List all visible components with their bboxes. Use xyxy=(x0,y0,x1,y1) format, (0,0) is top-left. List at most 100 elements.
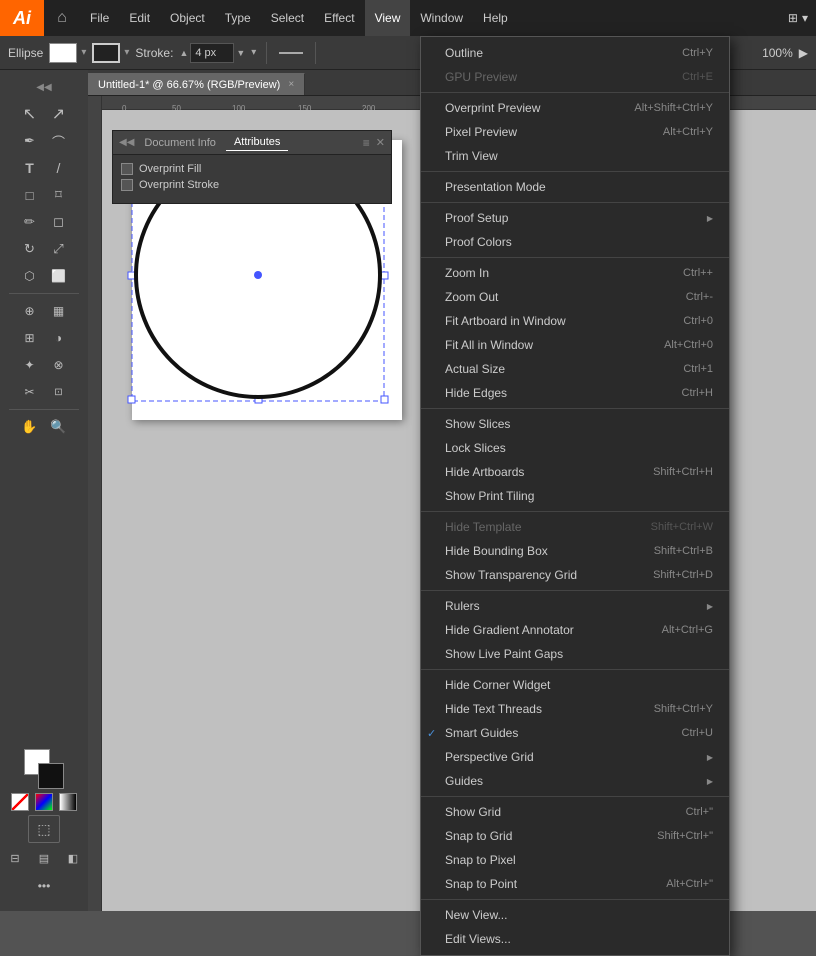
menu-item-proof-setup[interactable]: Proof Setup xyxy=(421,206,729,230)
menu-item-perspective-grid[interactable]: Perspective Grid xyxy=(421,745,729,769)
screen-mode-btn2[interactable]: ▤ xyxy=(30,845,58,871)
menu-object[interactable]: Object xyxy=(160,0,215,36)
scissors-tool[interactable]: ✂ xyxy=(16,379,44,405)
panel-tab-docinfo[interactable]: Document Info xyxy=(136,135,224,151)
menu-item-hide-text-threads[interactable]: Hide Text ThreadsShift+Ctrl+Y xyxy=(421,697,729,721)
stroke-swatch[interactable] xyxy=(92,43,120,63)
menu-item-trim-view[interactable]: Trim View xyxy=(421,144,729,168)
type-tool[interactable]: T xyxy=(16,155,44,181)
color-swatch[interactable] xyxy=(35,793,53,811)
overprint-stroke-checkbox[interactable] xyxy=(121,179,133,191)
menu-window[interactable]: Window xyxy=(410,0,473,36)
mesh-tool[interactable]: ⊞ xyxy=(16,325,44,351)
rectangle-tool[interactable]: □ xyxy=(16,182,44,208)
zoom-arrow[interactable]: ▶ xyxy=(799,46,808,60)
stroke-arrow2[interactable]: ▾ xyxy=(251,47,256,58)
menu-item-guides[interactable]: Guides xyxy=(421,769,729,793)
draw-mode-btn[interactable]: ⬚ xyxy=(28,815,60,843)
menu-item-hide-template: Hide TemplateShift+Ctrl+W xyxy=(421,515,729,539)
menu-item-overprint-preview[interactable]: Overprint PreviewAlt+Shift+Ctrl+Y xyxy=(421,96,729,120)
stroke-up-arrow[interactable]: ▲ xyxy=(179,48,188,58)
menu-effect[interactable]: Effect xyxy=(314,0,364,36)
menu-item-actual-size[interactable]: Actual SizeCtrl+1 xyxy=(421,357,729,381)
menu-item-hide-bounding-box[interactable]: Hide Bounding BoxShift+Ctrl+B xyxy=(421,539,729,563)
menu-item-new-view[interactable]: New View... xyxy=(421,903,729,927)
menu-item-proof-colors[interactable]: Proof Colors xyxy=(421,230,729,254)
menu-item-snap-to-grid[interactable]: Snap to GridShift+Ctrl+" xyxy=(421,824,729,848)
screen-mode-btn3[interactable]: ◧ xyxy=(59,845,87,871)
paintbrush-tool[interactable]: ⌑ xyxy=(45,182,73,208)
menu-item-fit-all[interactable]: Fit All in WindowAlt+Ctrl+0 xyxy=(421,333,729,357)
menu-item-smart-guides[interactable]: Smart GuidesCtrl+U xyxy=(421,721,729,745)
menu-item-rulers[interactable]: Rulers xyxy=(421,594,729,618)
menu-item-hide-corner-widget[interactable]: Hide Corner Widget xyxy=(421,673,729,697)
menu-file[interactable]: File xyxy=(80,0,119,36)
stroke-weight-input[interactable] xyxy=(190,43,234,63)
menu-item-show-print-tiling[interactable]: Show Print Tiling xyxy=(421,484,729,508)
workspace-switcher[interactable]: ⊞ ▾ xyxy=(788,11,808,25)
menu-item-edit-views[interactable]: Edit Views... xyxy=(421,927,729,951)
panel-close-btn[interactable]: ✕ xyxy=(376,136,385,149)
tab-close-button[interactable]: × xyxy=(288,79,294,90)
direct-select-tool[interactable]: ↗ xyxy=(45,101,73,127)
menu-item-zoom-out[interactable]: Zoom OutCtrl+- xyxy=(421,285,729,309)
menu-item-hide-gradient-annotator[interactable]: Hide Gradient AnnotatorAlt+Ctrl+G xyxy=(421,618,729,642)
hand-tool[interactable]: ✋ xyxy=(16,414,44,440)
symbol-sprayer-tool[interactable]: ⊕ xyxy=(16,298,44,324)
menu-item-outline[interactable]: OutlineCtrl+Y xyxy=(421,41,729,65)
menu-item-gpu-preview: GPU PreviewCtrl+E xyxy=(421,65,729,89)
stroke-color-swatch[interactable] xyxy=(38,763,64,789)
graph-tool[interactable]: ▦ xyxy=(45,298,73,324)
none-swatch[interactable] xyxy=(11,793,29,811)
menu-item-hide-edges[interactable]: Hide EdgesCtrl+H xyxy=(421,381,729,405)
menu-item-lock-slices[interactable]: Lock Slices xyxy=(421,436,729,460)
gradient-tool[interactable]: ◑ xyxy=(45,325,73,351)
lt-expand-left[interactable]: ◀◀ xyxy=(30,74,58,100)
overprint-fill-checkbox[interactable] xyxy=(121,163,133,175)
menu-item-show-live-paint-gaps[interactable]: Show Live Paint Gaps xyxy=(421,642,729,666)
tab-untitled[interactable]: Untitled-1* @ 66.67% (RGB/Preview) × xyxy=(88,73,305,95)
line-tool[interactable]: / xyxy=(45,155,73,181)
zoom-tool[interactable]: 🔍 xyxy=(45,414,73,440)
menu-edit[interactable]: Edit xyxy=(119,0,160,36)
menu-item-show-grid[interactable]: Show GridCtrl+" xyxy=(421,800,729,824)
panel-tab-attributes[interactable]: Attributes xyxy=(226,134,288,151)
panel-collapse-btn[interactable]: ◀◀ xyxy=(119,137,134,148)
eraser-tool[interactable]: ◻ xyxy=(45,209,73,235)
grad-swatch[interactable] xyxy=(59,793,77,811)
fill-arrow[interactable]: ▾ xyxy=(81,47,86,58)
free-transform-tool[interactable]: ⬜ xyxy=(45,263,73,289)
menu-item-snap-to-pixel[interactable]: Snap to Pixel xyxy=(421,848,729,872)
menu-select[interactable]: Select xyxy=(261,0,314,36)
stroke-down-arrow[interactable]: ▼ xyxy=(236,48,245,58)
menu-item-pixel-preview[interactable]: Pixel PreviewAlt+Ctrl+Y xyxy=(421,120,729,144)
curvature-tool[interactable]: ⌒ xyxy=(45,128,73,154)
menu-item-label-proof-setup: Proof Setup xyxy=(445,211,703,225)
menu-item-presentation-mode[interactable]: Presentation Mode xyxy=(421,175,729,199)
menu-item-hide-artboards[interactable]: Hide ArtboardsShift+Ctrl+H xyxy=(421,460,729,484)
menu-item-fit-artboard[interactable]: Fit Artboard in WindowCtrl+0 xyxy=(421,309,729,333)
menu-help[interactable]: Help xyxy=(473,0,518,36)
blend-tool[interactable]: ⊗ xyxy=(45,352,73,378)
menu-item-zoom-in[interactable]: Zoom InCtrl++ xyxy=(421,261,729,285)
warp-tool[interactable]: ⬡ xyxy=(16,263,44,289)
menu-item-show-transparency-grid[interactable]: Show Transparency GridShift+Ctrl+D xyxy=(421,563,729,587)
rotate-tool[interactable]: ↻ xyxy=(16,236,44,262)
menu-item-label-guides: Guides xyxy=(445,774,703,788)
screen-mode-btn[interactable]: ⊟ xyxy=(1,845,29,871)
menu-item-show-slices[interactable]: Show Slices xyxy=(421,412,729,436)
more-btn[interactable]: ••• xyxy=(30,873,58,899)
panel-menu-icon[interactable]: ≡ xyxy=(363,136,370,150)
fill-swatch[interactable] xyxy=(49,43,77,63)
pen-tool[interactable]: ✒ xyxy=(16,128,44,154)
menu-item-snap-to-point[interactable]: Snap to PointAlt+Ctrl+" xyxy=(421,872,729,896)
artboard-tool[interactable]: ⊡ xyxy=(45,379,73,405)
menu-view[interactable]: View xyxy=(365,0,411,36)
scale-tool[interactable]: ⤢ xyxy=(45,236,73,262)
menu-type[interactable]: Type xyxy=(215,0,261,36)
selection-tool[interactable]: ↖ xyxy=(16,101,44,127)
stroke-arrow[interactable]: ▾ xyxy=(124,47,129,58)
eyedropper-tool[interactable]: ✦ xyxy=(16,352,44,378)
pencil-tool[interactable]: ✏ xyxy=(16,209,44,235)
home-button[interactable]: ⌂ xyxy=(44,0,80,36)
